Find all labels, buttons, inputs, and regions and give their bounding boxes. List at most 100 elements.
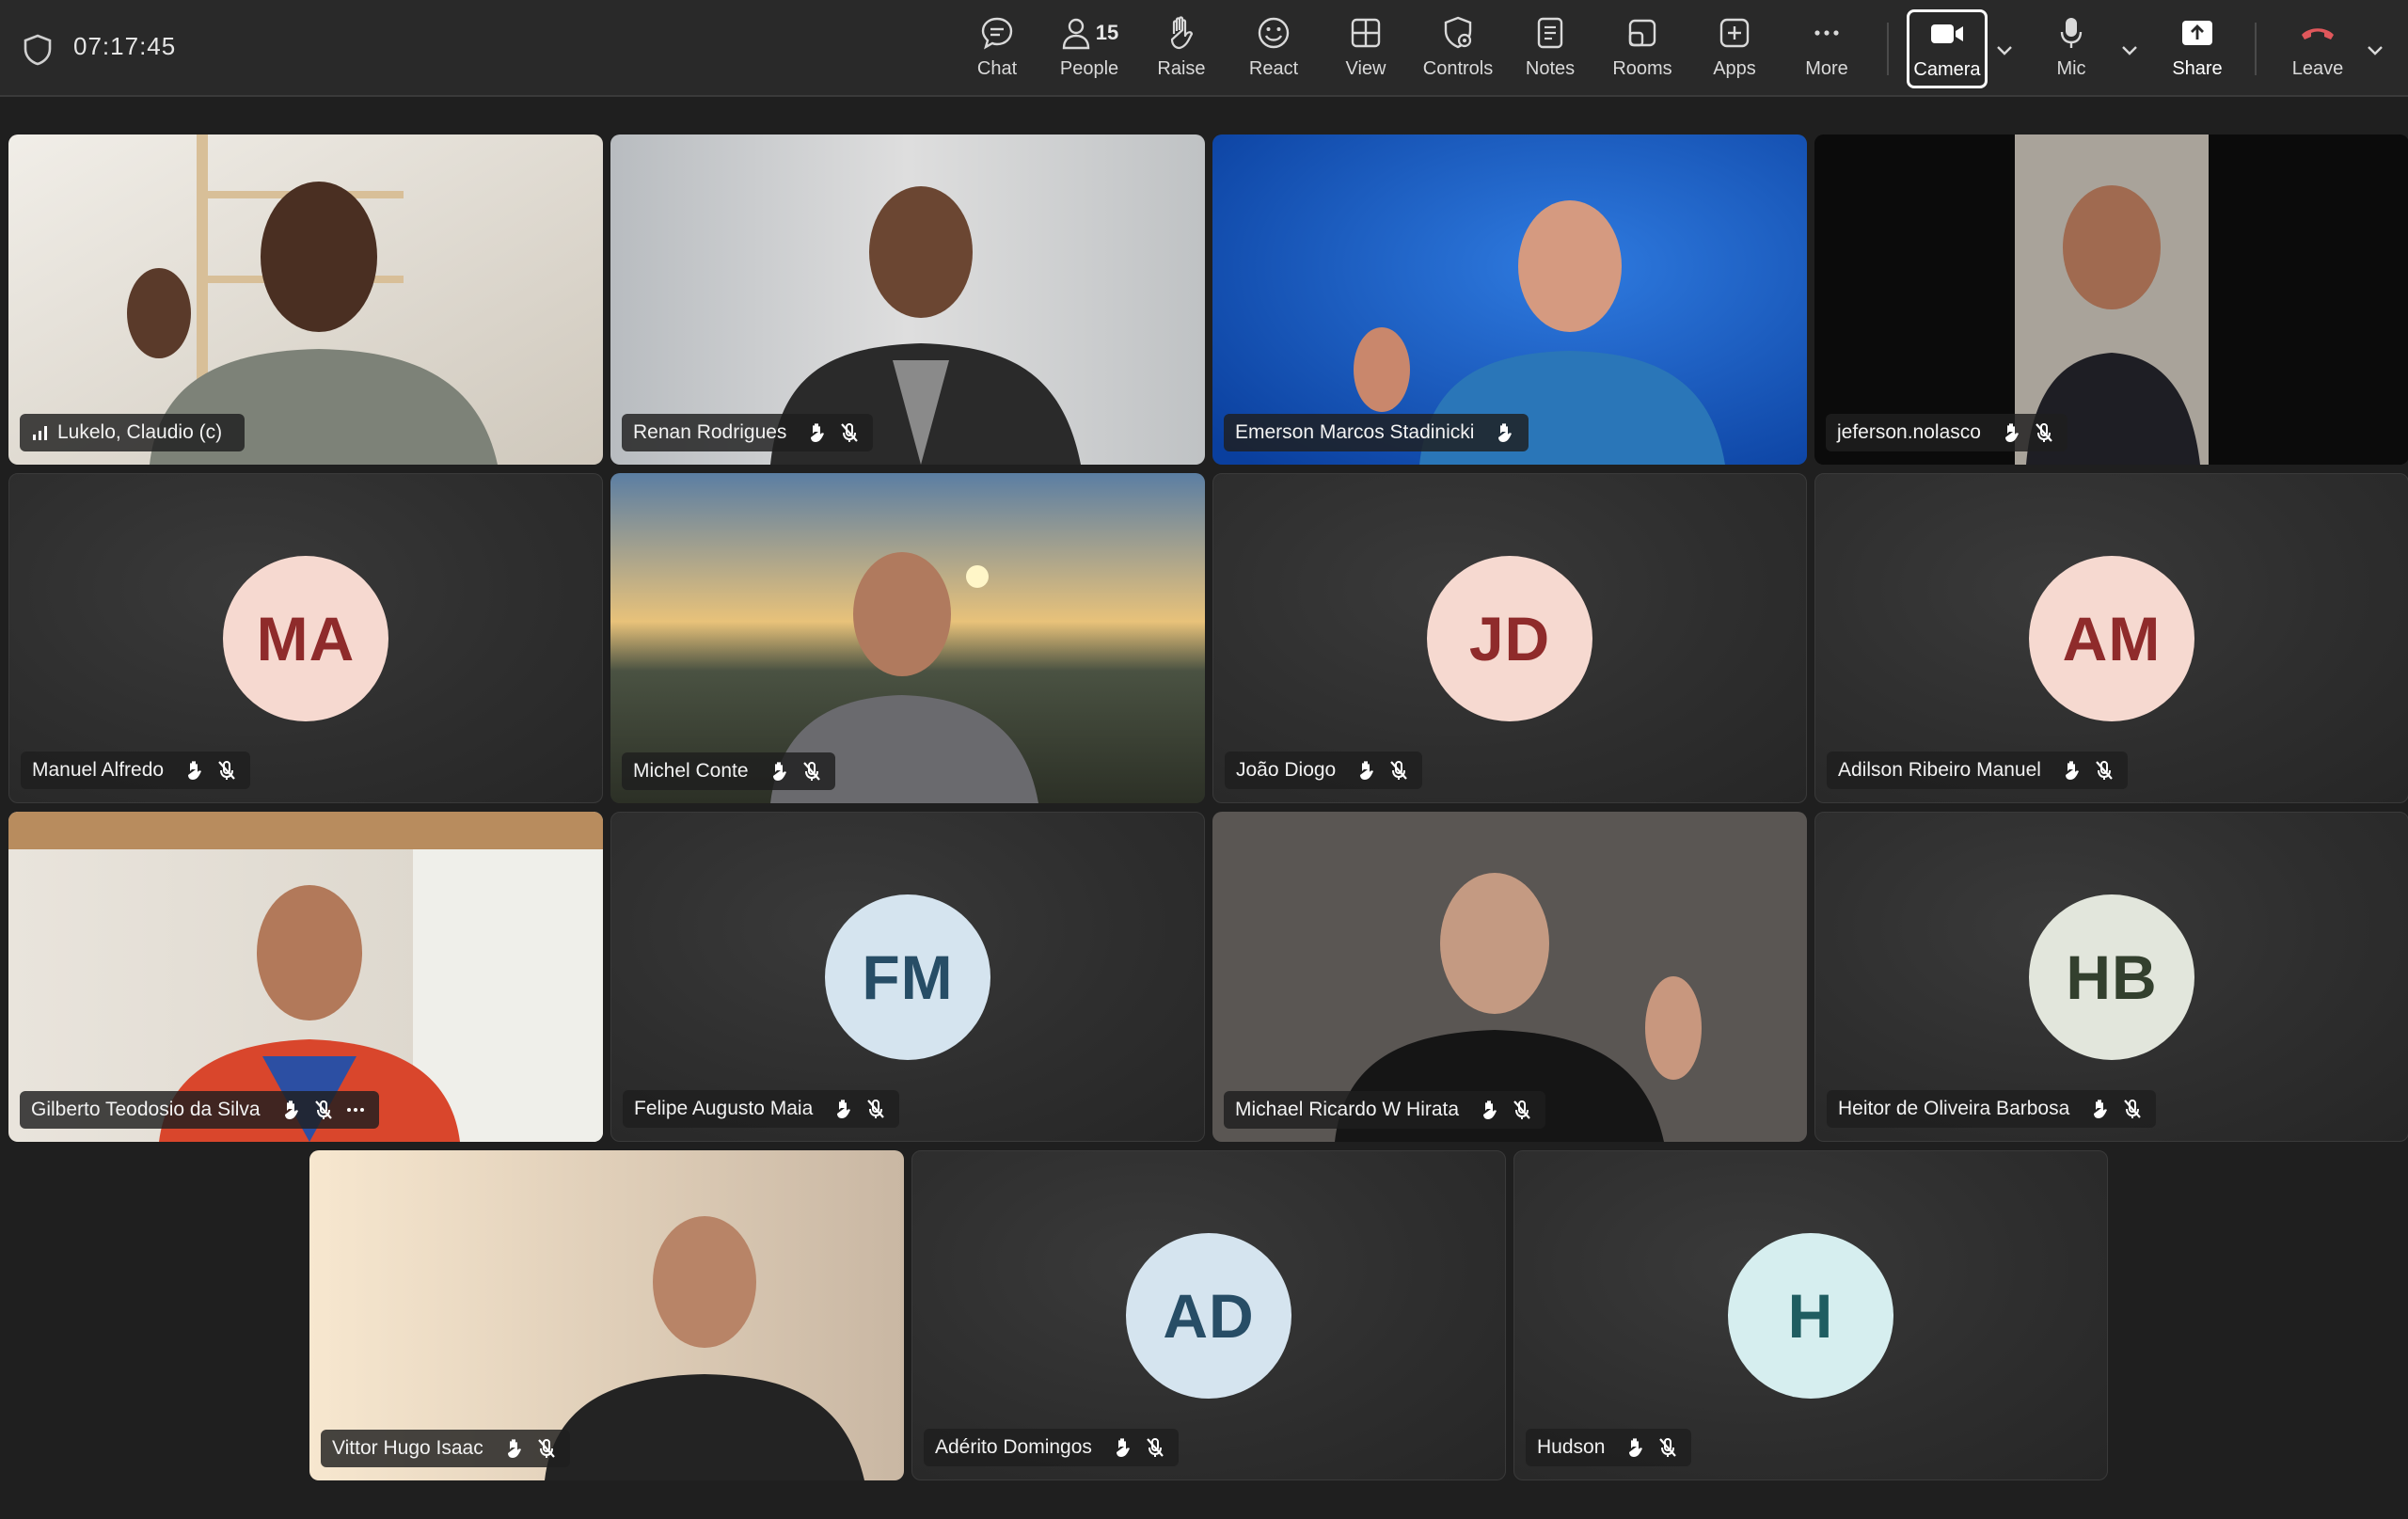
view-label: View xyxy=(1345,58,1386,79)
participant-tile[interactable]: H Hudson xyxy=(1513,1150,2108,1480)
share-label: Share xyxy=(2172,58,2223,79)
chat-icon xyxy=(981,17,1013,50)
rooms-button[interactable]: Rooms xyxy=(1596,11,1688,87)
view-button[interactable]: View xyxy=(1320,11,1412,87)
participant-avatar: FM xyxy=(825,894,990,1060)
participant-tile[interactable]: Lukelo, Claudio (c) xyxy=(8,134,603,465)
camera-label: Camera xyxy=(1913,59,1981,80)
mic-muted-icon xyxy=(314,1100,332,1119)
mic-button[interactable]: Mic xyxy=(2025,11,2117,87)
controls-label: Controls xyxy=(1422,58,1494,79)
participant-tile[interactable]: Emerson Marcos Stadinicki xyxy=(1212,134,1807,465)
mic-muted-icon xyxy=(2096,761,2113,780)
participant-name-tag: Michel Conte xyxy=(622,752,835,790)
participant-name: jeferson.nolasco xyxy=(1837,421,1981,443)
participant-name-tag: Lukelo, Claudio (c) xyxy=(20,414,246,451)
people-button[interactable]: 15 People xyxy=(1043,11,1135,87)
participant-name: Adilson Ribeiro Manuel xyxy=(1838,759,2041,781)
participant-name-tag: Renan Rodrigues xyxy=(622,414,874,451)
meeting-toolbar: 07:17:45 Chat 15 People Raise React View… xyxy=(0,0,2408,97)
hand-wave-icon xyxy=(2004,423,2019,442)
apps-button[interactable]: Apps xyxy=(1688,11,1781,87)
participant-avatar: AM xyxy=(2029,555,2194,721)
participant-tile[interactable]: HB Heitor de Oliveira Barbosa xyxy=(1814,812,2408,1142)
participant-name-tag: Manuel Alfredo xyxy=(21,752,251,789)
mic-muted-icon xyxy=(218,761,235,780)
more-button[interactable]: More xyxy=(1781,11,1873,87)
mic-muted-icon xyxy=(1147,1438,1164,1457)
chat-label: Chat xyxy=(976,58,1018,79)
participant-name: Vittor Hugo Isaac xyxy=(332,1437,483,1459)
participant-tile[interactable]: jeferson.nolasco xyxy=(1814,134,2408,465)
mic-muted-icon xyxy=(1390,761,1408,780)
mic-muted-icon xyxy=(867,1100,885,1118)
raise-hand-button[interactable]: Raise xyxy=(1135,11,1228,87)
chat-button[interactable]: Chat xyxy=(951,11,1043,87)
participant-tile[interactable]: Vittor Hugo Isaac xyxy=(309,1150,904,1480)
participant-tile[interactable]: Michel Conte xyxy=(610,473,1205,803)
participant-name: Lukelo, Claudio (c) xyxy=(57,421,223,443)
camera-options-chevron-down-icon[interactable] xyxy=(1992,38,2017,62)
participant-name-tag: Heitor de Oliveira Barbosa xyxy=(1827,1090,2157,1128)
mic-muted-icon xyxy=(802,762,820,781)
notes-icon xyxy=(1537,17,1563,49)
participant-name: Emerson Marcos Stadinicki xyxy=(1235,421,1475,443)
participant-name-tag: Vittor Hugo Isaac xyxy=(321,1430,570,1467)
participant-name: Gilberto Teodosio da Silva xyxy=(31,1099,261,1120)
participant-name-tag: Gilberto Teodosio da Silva xyxy=(20,1091,379,1129)
toolbar-divider xyxy=(2255,23,2257,75)
participant-name-tag: Emerson Marcos Stadinicki xyxy=(1224,414,1529,451)
participant-name: Renan Rodrigues xyxy=(633,421,787,443)
react-label: React xyxy=(1248,58,1299,79)
hand-wave-icon xyxy=(772,762,786,781)
participant-name-tag: Hudson xyxy=(1526,1429,1692,1466)
leave-options-chevron-down-icon[interactable] xyxy=(2363,38,2387,62)
mic-options-chevron-down-icon[interactable] xyxy=(2117,38,2142,62)
react-button[interactable]: React xyxy=(1228,11,1320,87)
participant-avatar: HB xyxy=(2029,894,2194,1060)
mic-muted-icon xyxy=(537,1439,555,1458)
participant-tile[interactable]: MA Manuel Alfredo xyxy=(8,473,603,803)
hand-wave-icon xyxy=(1629,1438,1643,1457)
shield-gear-icon xyxy=(1444,16,1472,49)
rooms-icon xyxy=(1628,19,1656,47)
participant-name: João Diogo xyxy=(1236,759,1337,781)
participant-avatar: MA xyxy=(223,555,388,721)
participant-avatar: JD xyxy=(1427,555,1592,721)
participant-avatar: AD xyxy=(1126,1232,1291,1399)
participant-tile[interactable]: Renan Rodrigues xyxy=(610,134,1205,465)
controls-button[interactable]: Controls xyxy=(1412,11,1504,87)
share-button[interactable]: Share xyxy=(2151,11,2243,87)
leave-button[interactable]: Leave xyxy=(2271,11,2365,87)
hand-wave-icon xyxy=(1116,1438,1130,1457)
mic-muted-icon xyxy=(1659,1438,1677,1457)
camera-button[interactable]: Camera xyxy=(1907,9,1988,88)
more-icon xyxy=(1814,30,1839,36)
participant-tile[interactable]: AM Adilson Ribeiro Manuel xyxy=(1814,473,2408,803)
raise-label: Raise xyxy=(1157,58,1206,79)
hand-wave-icon xyxy=(837,1100,851,1118)
participant-tile[interactable]: JD João Diogo xyxy=(1212,473,1807,803)
people-count: 15 xyxy=(1095,21,1119,44)
hand-wave-icon xyxy=(811,423,825,442)
participant-tile[interactable]: FM Felipe Augusto Maia xyxy=(610,812,1205,1142)
people-icon xyxy=(1062,18,1089,50)
participant-name: Manuel Alfredo xyxy=(32,759,165,781)
hand-wave-icon xyxy=(1360,761,1374,780)
hand-wave-icon xyxy=(2065,761,2079,780)
microphone-icon xyxy=(2060,18,2083,48)
hand-wave-icon xyxy=(284,1100,298,1119)
mic-muted-icon xyxy=(841,423,859,442)
apps-label: Apps xyxy=(1713,58,1756,79)
participant-tile[interactable]: Gilberto Teodosio da Silva xyxy=(8,812,603,1142)
rooms-label: Rooms xyxy=(1612,58,1672,79)
participant-name: Michael Ricardo W Hirata xyxy=(1235,1099,1460,1120)
participant-tile[interactable]: AD Adérito Domingos xyxy=(911,1150,1506,1480)
participant-name-tag: Felipe Augusto Maia xyxy=(623,1090,900,1128)
hand-wave-icon xyxy=(1498,423,1513,442)
participant-tile[interactable]: Michael Ricardo W Hirata xyxy=(1212,812,1807,1142)
toolbar-divider xyxy=(1887,23,1889,75)
more-options-icon[interactable] xyxy=(343,1098,368,1122)
notes-label: Notes xyxy=(1525,58,1576,79)
notes-button[interactable]: Notes xyxy=(1504,11,1596,87)
